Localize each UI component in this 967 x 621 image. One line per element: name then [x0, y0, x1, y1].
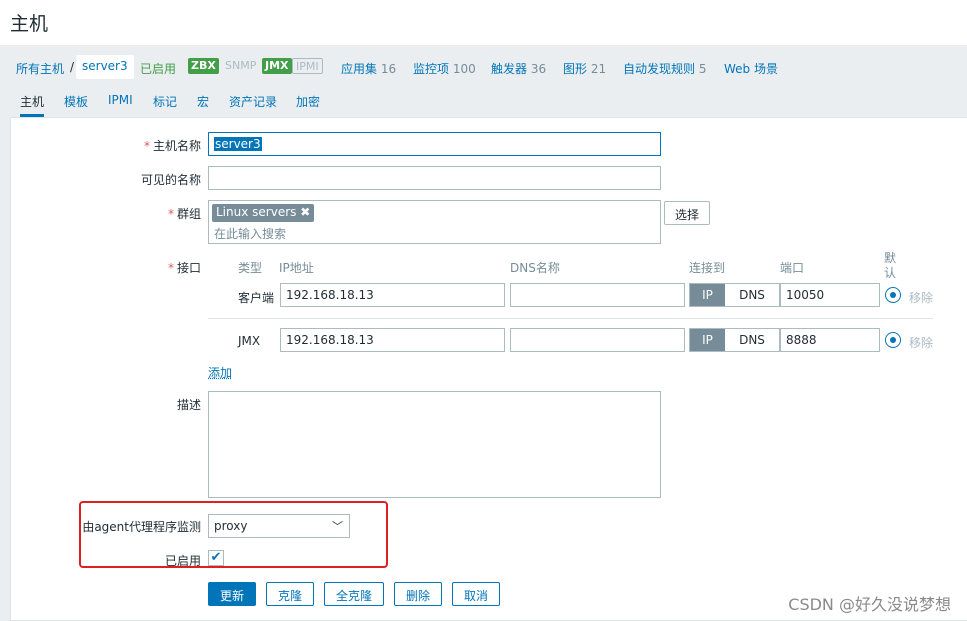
connect-dns-button[interactable]: DNS	[725, 329, 779, 351]
tab-macros[interactable]: 宏	[197, 93, 209, 110]
delete-button[interactable]: 删除	[394, 582, 443, 606]
iface-dns-header: DNS名称	[510, 261, 560, 275]
iface-jmx-ip-input[interactable]: 192.168.18.13	[280, 328, 505, 352]
clone-button[interactable]: 克隆	[266, 582, 315, 606]
add-interface-link[interactable]: 添加	[208, 364, 232, 381]
remove-chip-icon[interactable]: ✖	[300, 205, 310, 219]
link-web-scenarios[interactable]: Web 场景	[724, 60, 778, 77]
groups-label: * 群组	[167, 207, 201, 221]
iface-agent-connect-toggle[interactable]: IP DNS	[689, 283, 780, 307]
snmp-badge: SNMP	[222, 58, 260, 74]
chevron-down-icon: ﹀	[332, 520, 343, 533]
host-name-input[interactable]: server3	[208, 132, 661, 156]
breadcrumb-all-hosts[interactable]: 所有主机	[16, 60, 64, 77]
proxy-label: 由agent代理程序监测	[82, 520, 201, 534]
zbx-badge: ZBX	[188, 58, 219, 74]
iface-agent-port-input[interactable]: 10050	[780, 283, 880, 307]
link-items[interactable]: 监控项 100	[413, 60, 476, 77]
interfaces-label: * 接口	[167, 261, 201, 275]
update-button[interactable]: 更新	[208, 582, 257, 606]
tab-host[interactable]: 主机	[20, 93, 45, 117]
tab-tags[interactable]: 标记	[153, 93, 177, 110]
connect-ip-button[interactable]: IP	[690, 284, 725, 306]
iface-jmx-default-radio[interactable]	[885, 332, 901, 348]
iface-type-jmx: JMX	[238, 334, 261, 348]
description-textarea[interactable]	[208, 391, 661, 498]
select-groups-button[interactable]: 选择	[664, 201, 711, 225]
groups-multiselect[interactable]: Linux servers ✖ 在此输入搜索	[208, 200, 661, 244]
tab-encryption[interactable]: 加密	[296, 93, 320, 110]
cancel-button[interactable]: 取消	[452, 582, 501, 606]
title-bar: 主机	[0, 0, 967, 45]
iface-type-agent: 客户端	[238, 291, 275, 305]
watermark: CSDN @好久没说梦想	[788, 595, 951, 614]
link-triggers[interactable]: 触发器 36	[491, 60, 546, 77]
link-graphs[interactable]: 图形 21	[563, 60, 606, 77]
tab-ipmi[interactable]: IPMI	[108, 93, 133, 107]
iface-agent-ip-input[interactable]: 192.168.18.13	[280, 283, 505, 307]
iface-divider	[208, 318, 933, 319]
full-clone-button[interactable]: 全克隆	[324, 582, 385, 606]
breadcrumb-separator: /	[70, 60, 75, 74]
tab-inventory[interactable]: 资产记录	[229, 93, 277, 110]
iface-jmx-dns-input[interactable]	[510, 328, 685, 352]
iface-port-header: 端口	[780, 261, 805, 275]
visible-name-input[interactable]	[208, 166, 661, 190]
link-applications[interactable]: 应用集 16	[341, 60, 396, 77]
iface-agent-dns-input[interactable]	[510, 283, 685, 307]
iface-ip-header: IP地址	[279, 261, 314, 275]
enabled-label: 已启用	[164, 554, 201, 568]
connect-dns-button[interactable]: DNS	[725, 284, 779, 306]
enabled-checkbox[interactable]: ✔	[208, 550, 224, 566]
host-form: * 主机名称 server3 可见的名称 * 群组 Linux servers ✖ …	[10, 117, 967, 621]
group-chip[interactable]: Linux servers ✖	[212, 204, 315, 222]
host-status[interactable]: 已启用	[140, 60, 176, 77]
iface-jmx-port-input[interactable]: 8888	[780, 328, 880, 352]
tab-bar: 主机 模板 IPMI 标记 宏 资产记录 加密	[10, 90, 967, 117]
breadcrumb-current-host[interactable]: server3	[76, 55, 134, 79]
iface-jmx-connect-toggle[interactable]: IP DNS	[689, 328, 780, 352]
breadcrumb: 所有主机 / server3 已启用 ZBX SNMP JMX IPMI 应用集…	[0, 45, 967, 90]
visible-name-label: 可见的名称	[140, 173, 201, 187]
link-discovery-rules[interactable]: 自动发现规则 5	[623, 60, 706, 77]
iface-agent-remove-link[interactable]: 移除	[909, 289, 933, 306]
description-label: 描述	[176, 398, 201, 412]
ipmi-badge: IPMI	[292, 58, 323, 74]
iface-type-header: 类型	[238, 261, 263, 275]
iface-connect-header: 连接到	[689, 261, 726, 275]
groups-search-placeholder[interactable]: 在此输入搜索	[214, 225, 286, 242]
connect-ip-button[interactable]: IP	[690, 329, 725, 351]
iface-default-header: 默认	[884, 251, 897, 280]
host-name-label: * 主机名称	[143, 139, 201, 153]
page-title: 主机	[10, 13, 49, 35]
tab-templates[interactable]: 模板	[64, 93, 88, 110]
jmx-badge: JMX	[262, 58, 292, 74]
iface-agent-default-radio[interactable]	[885, 287, 901, 303]
iface-jmx-remove-link[interactable]: 移除	[909, 334, 933, 351]
proxy-select[interactable]: proxy ﹀	[208, 514, 350, 538]
